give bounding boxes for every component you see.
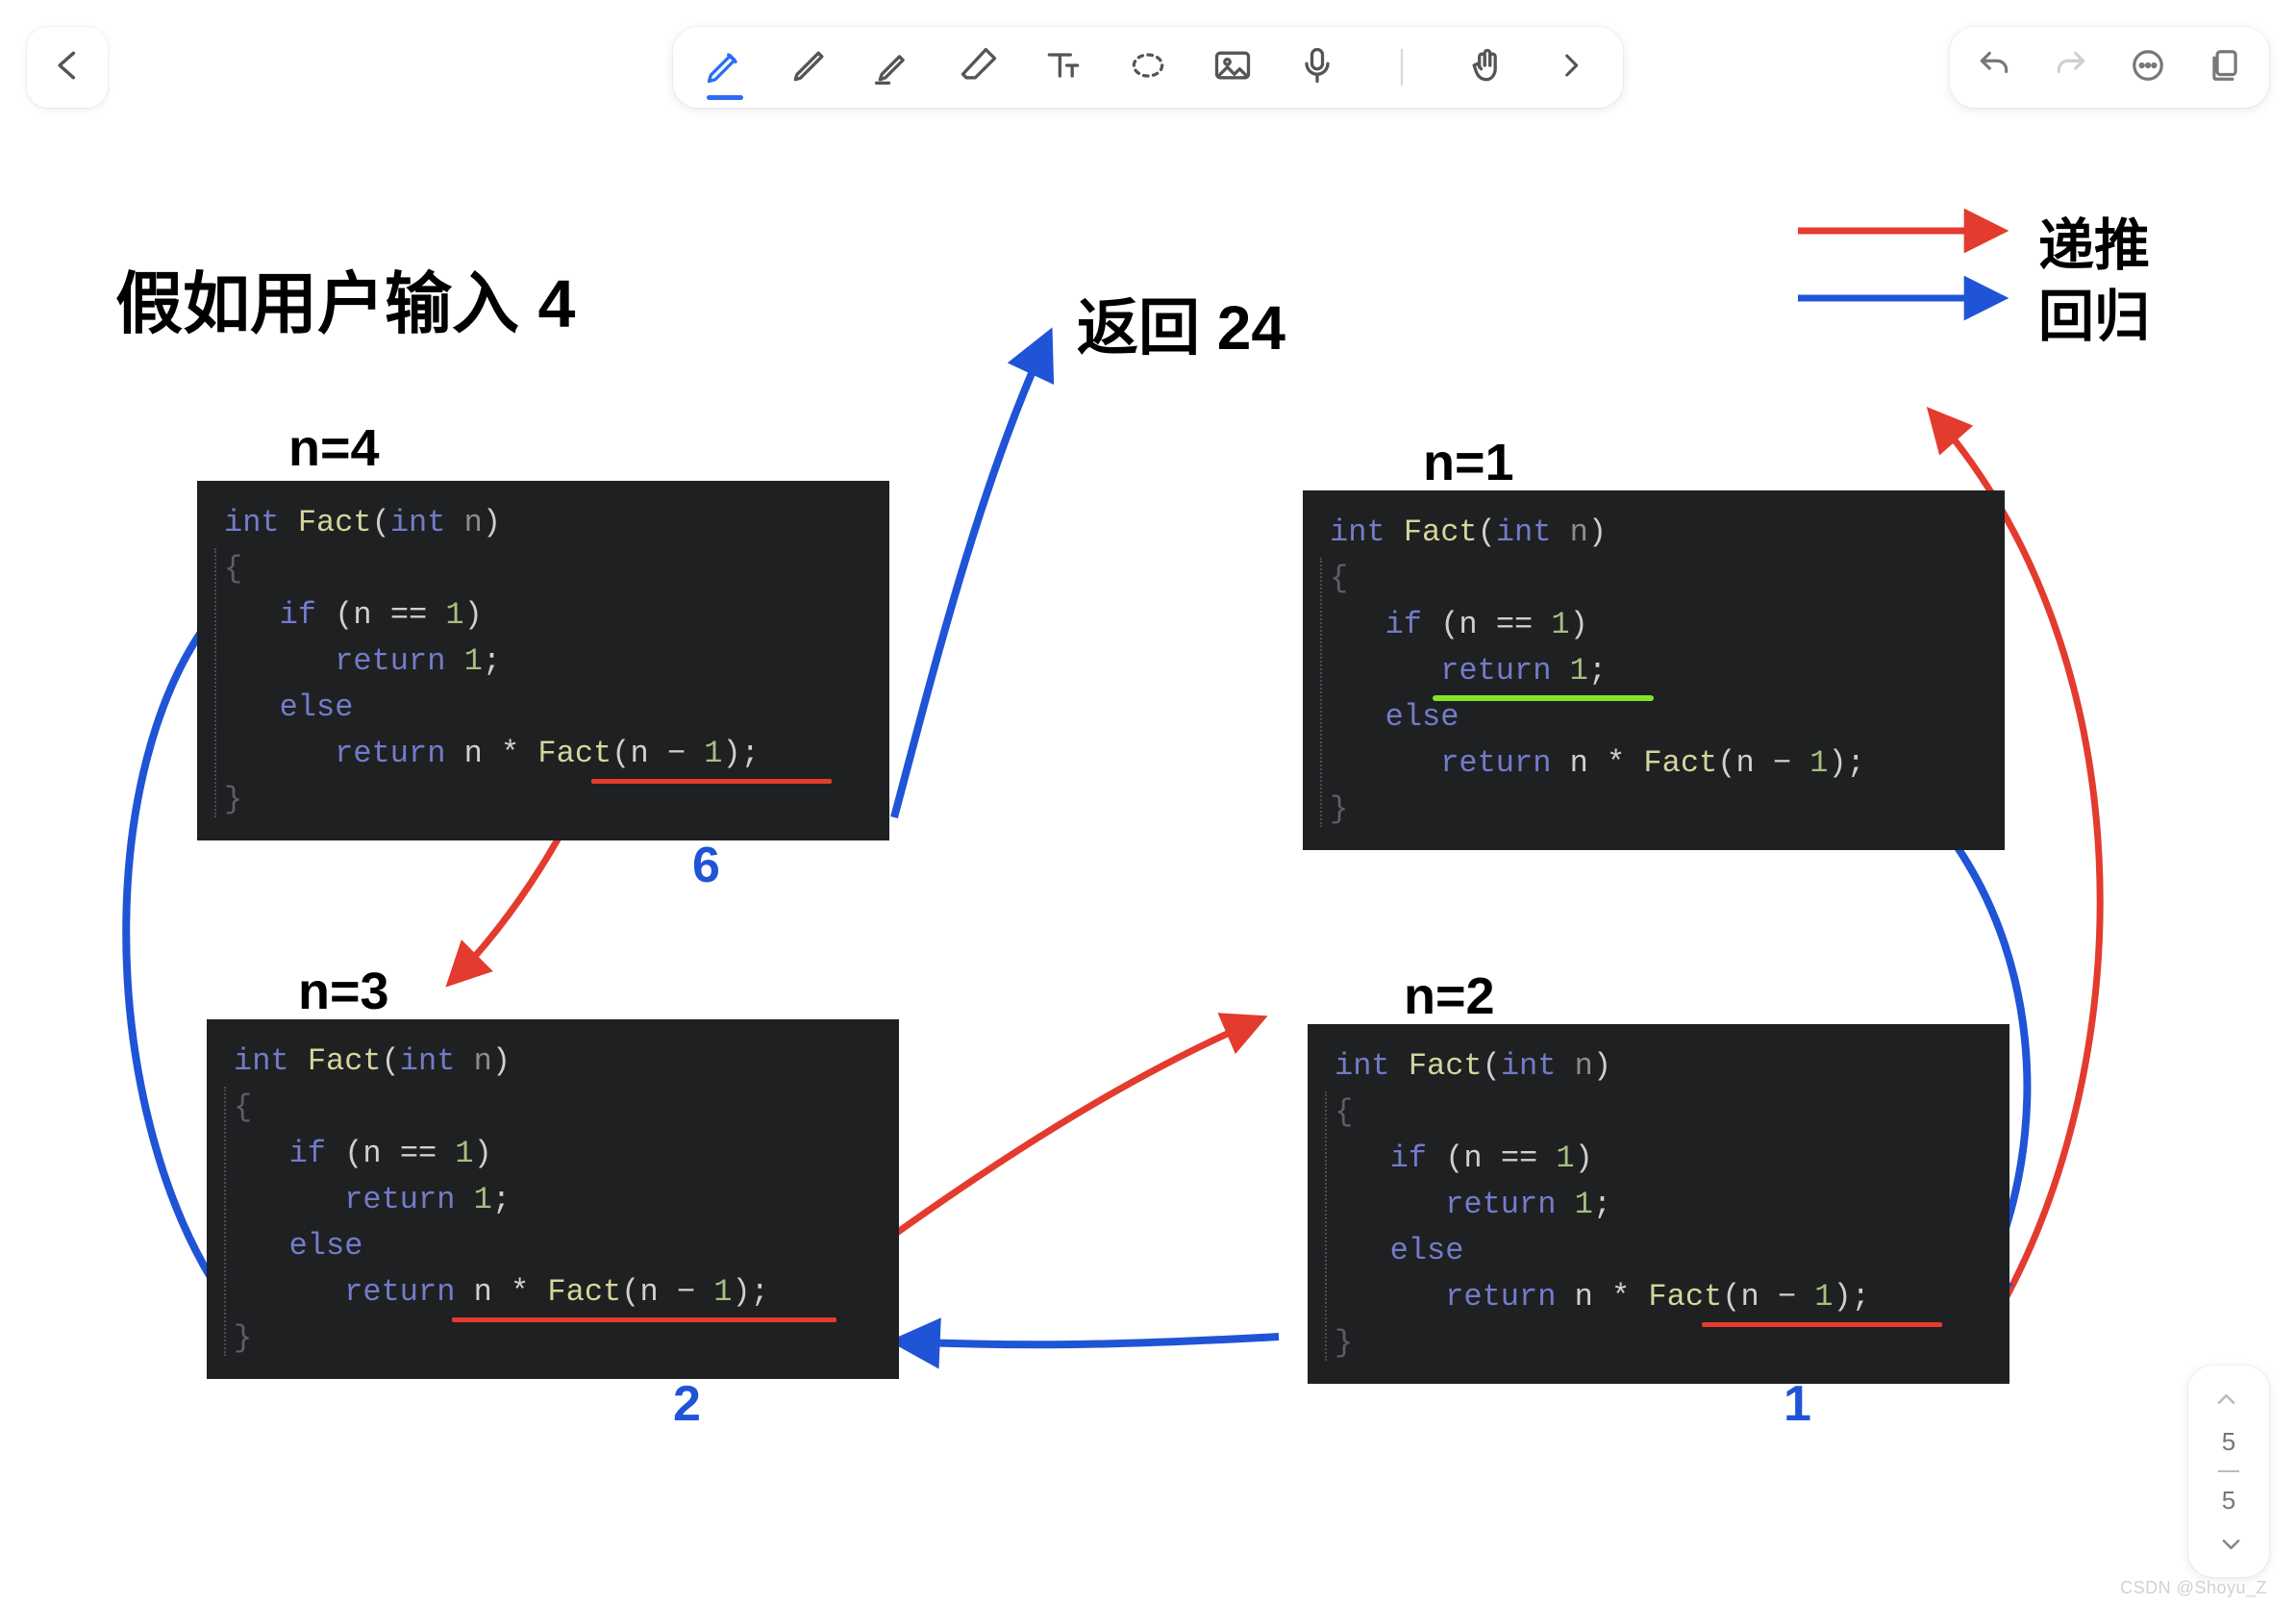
value-n2: 1 <box>1784 1375 1811 1433</box>
hand-icon <box>1465 44 1508 91</box>
image-icon <box>1211 44 1254 91</box>
n1-label: n=1 <box>1423 433 1514 492</box>
page-current: 5 <box>2222 1427 2235 1457</box>
underline-n4 <box>591 779 832 784</box>
undo-icon <box>1976 47 2012 88</box>
return-label: 返回 24 <box>1077 279 1285 367</box>
value-n3: 2 <box>673 1375 701 1433</box>
underline-n3 <box>452 1317 836 1322</box>
back-button[interactable] <box>27 27 108 108</box>
highlighter-tool[interactable] <box>871 44 917 90</box>
highlighter-icon <box>873 44 915 91</box>
legend-blue-label: 回归 <box>2038 271 2150 352</box>
redo-icon <box>2053 47 2089 88</box>
lasso-tool[interactable] <box>1125 44 1171 90</box>
page-next[interactable] <box>2214 1529 2243 1558</box>
chevron-right-icon <box>1555 49 1587 87</box>
page-divider <box>2218 1470 2239 1472</box>
pen-icon <box>704 44 746 91</box>
page-prev[interactable] <box>2214 1385 2243 1414</box>
text-icon <box>1042 44 1085 91</box>
pages-button[interactable] <box>2206 48 2244 87</box>
image-tool[interactable] <box>1210 44 1256 90</box>
mic-tool[interactable] <box>1294 44 1340 90</box>
back-arrow-icon <box>49 47 86 88</box>
more-tools[interactable] <box>1548 44 1594 90</box>
pencil-tool[interactable] <box>786 44 833 90</box>
eraser-tool[interactable] <box>956 44 1002 90</box>
gesture-tool[interactable] <box>1463 44 1510 90</box>
n2-label: n=2 <box>1404 966 1495 1026</box>
code-block-n3: int Fact(int n) { if (n == 1) return 1; … <box>207 1019 899 1379</box>
text-tool[interactable] <box>1040 44 1086 90</box>
pencil-icon <box>788 44 831 91</box>
eraser-icon <box>958 44 1000 91</box>
lasso-icon <box>1127 44 1169 91</box>
n3-label: n=3 <box>298 962 389 1021</box>
redo-button[interactable] <box>2052 48 2090 87</box>
code-block-n2: int Fact(int n) { if (n == 1) return 1; … <box>1308 1024 2009 1384</box>
undo-button[interactable] <box>1975 48 2013 87</box>
note-canvas[interactable]: 假如用户输入 4 返回 24 递推 回归 n=4 n=3 n=2 n=1 满足限… <box>0 0 2296 1604</box>
page-total: 5 <box>2222 1486 2235 1516</box>
divider <box>1379 44 1425 90</box>
chevron-up-icon <box>2214 1387 2244 1412</box>
underline-n1 <box>1433 695 1654 701</box>
more-icon <box>2130 47 2166 88</box>
right-toolbar <box>1950 27 2269 108</box>
pen-tool[interactable] <box>702 44 748 90</box>
value-n4: 6 <box>692 837 720 894</box>
more-button[interactable] <box>2129 48 2167 87</box>
code-block-n4: int Fact(int n) { if (n == 1) return 1; … <box>197 481 889 840</box>
page-navigator: 5 5 <box>2188 1366 2269 1577</box>
legend-red-label: 递推 <box>2038 200 2150 281</box>
n4-label: n=4 <box>288 418 380 478</box>
mic-icon <box>1296 44 1338 91</box>
tool-toolbar <box>673 27 1623 108</box>
title-note: 假如用户输入 4 <box>115 250 575 347</box>
watermark: CSDN @Shoyu_Z <box>2120 1578 2267 1598</box>
chevron-down-icon <box>2214 1531 2244 1556</box>
code-block-n1: int Fact(int n) { if (n == 1) return 1; … <box>1303 490 2005 850</box>
pages-icon <box>2207 47 2243 88</box>
underline-n2 <box>1702 1322 1942 1327</box>
